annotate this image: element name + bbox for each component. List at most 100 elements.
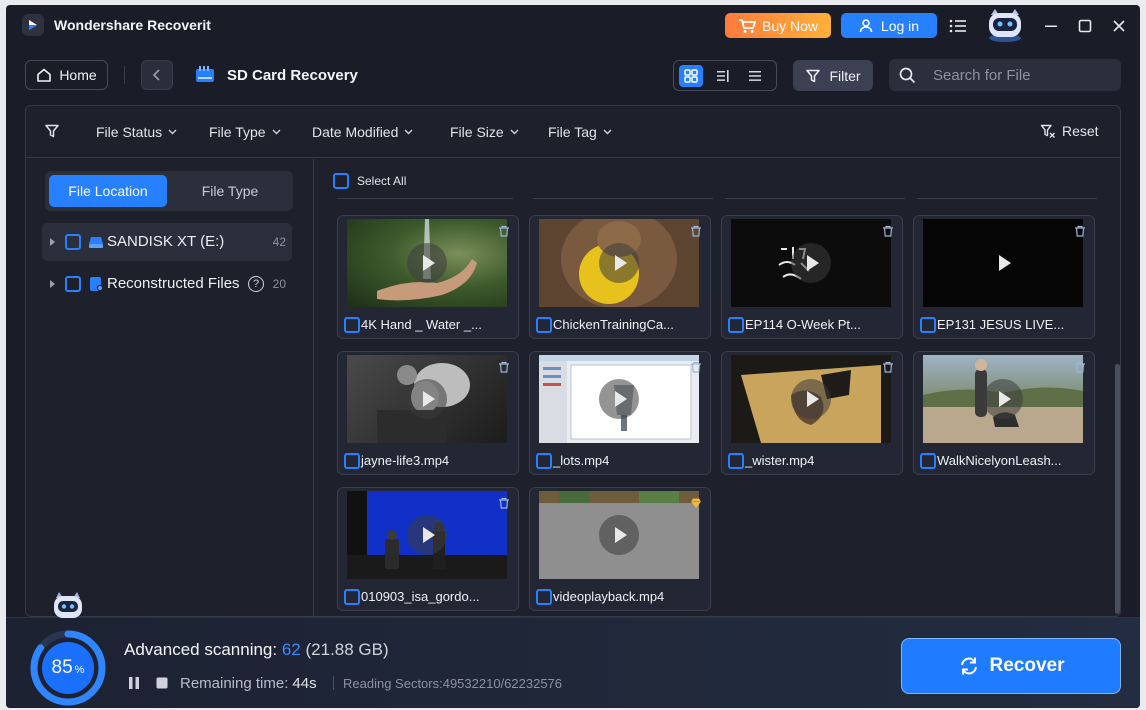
file-checkbox[interactable] bbox=[536, 317, 552, 333]
play-icon[interactable] bbox=[599, 515, 639, 555]
sidebar-tabs: File Location File Type bbox=[45, 171, 293, 211]
file-card[interactable]: EP131 JESUS LIVE... bbox=[913, 215, 1095, 339]
filter-file-type[interactable]: File Type bbox=[209, 124, 281, 140]
play-icon[interactable] bbox=[599, 243, 639, 283]
scan-status-bar: 85% Advanced scanning: 62 (21.88 GB) Rem… bbox=[6, 592, 1140, 708]
trash-icon bbox=[499, 497, 509, 509]
video-thumbnail[interactable] bbox=[731, 355, 891, 443]
video-thumbnail[interactable] bbox=[347, 355, 507, 443]
filter-label: Filter bbox=[829, 67, 861, 84]
play-icon[interactable] bbox=[791, 243, 831, 283]
list-view-button[interactable] bbox=[743, 65, 767, 87]
close-icon[interactable] bbox=[1108, 15, 1130, 37]
trash-icon bbox=[1075, 361, 1085, 373]
filter-date-modified[interactable]: Date Modified bbox=[312, 124, 413, 140]
tree-item-checkbox[interactable] bbox=[65, 276, 81, 292]
title-bar: Wondershare Recoverit Buy Now Log in bbox=[6, 5, 1140, 47]
buy-now-button[interactable]: Buy Now bbox=[725, 13, 831, 38]
stop-icon[interactable] bbox=[156, 676, 168, 690]
robot-avatar-icon[interactable] bbox=[981, 7, 1029, 43]
file-card[interactable]: 010903_isa_gordo... bbox=[337, 487, 519, 611]
expand-caret-icon[interactable] bbox=[50, 280, 55, 288]
play-icon[interactable] bbox=[983, 243, 1023, 283]
reset-filters-button[interactable]: Reset bbox=[1040, 123, 1099, 139]
file-checkbox[interactable] bbox=[920, 453, 936, 469]
remaining-time: Remaining time: 44s bbox=[180, 675, 317, 692]
home-button[interactable]: Home bbox=[25, 60, 108, 90]
maximize-icon[interactable] bbox=[1074, 15, 1096, 37]
file-card[interactable]: 4K Hand _ Water _... bbox=[337, 215, 519, 339]
file-checkbox[interactable] bbox=[536, 589, 552, 605]
filter-button[interactable]: Filter bbox=[793, 60, 873, 91]
log-in-button[interactable]: Log in bbox=[841, 13, 937, 38]
list-icon bbox=[749, 70, 761, 81]
tree-item-reconstructed[interactable]: Reconstructed Files ? 20 bbox=[42, 265, 292, 303]
search-input[interactable] bbox=[933, 65, 1113, 85]
filter-file-size[interactable]: File Size bbox=[450, 124, 519, 140]
page-title: SD Card Recovery bbox=[227, 67, 358, 84]
recover-icon bbox=[960, 657, 977, 675]
tab-file-type[interactable]: File Type bbox=[171, 175, 289, 207]
recover-label: Recover bbox=[989, 655, 1065, 676]
video-thumbnail[interactable] bbox=[923, 355, 1083, 443]
tree-item-checkbox[interactable] bbox=[65, 234, 81, 250]
file-card[interactable]: EP114 O-Week Pt... bbox=[721, 215, 903, 339]
play-icon[interactable] bbox=[791, 379, 831, 419]
search-box bbox=[889, 59, 1121, 91]
funnel-clear-icon bbox=[1040, 124, 1055, 138]
reading-sectors: Reading Sectors:49532210/62232576 bbox=[343, 676, 563, 691]
pause-icon[interactable] bbox=[128, 676, 140, 690]
minimize-icon[interactable] bbox=[1040, 15, 1062, 37]
select-all-checkbox[interactable] bbox=[333, 173, 349, 189]
video-thumbnail[interactable] bbox=[539, 355, 699, 443]
sd-card-icon bbox=[194, 64, 216, 86]
tree-item-sandisk[interactable]: SANDISK XT (E:) 42 bbox=[42, 223, 292, 261]
file-checkbox[interactable] bbox=[344, 589, 360, 605]
tab-file-location[interactable]: File Location bbox=[49, 175, 167, 207]
select-all[interactable]: Select All bbox=[333, 173, 406, 189]
scrollbar[interactable] bbox=[1115, 364, 1120, 614]
file-card[interactable]: jayne-life3.mp4 bbox=[337, 351, 519, 475]
expand-caret-icon[interactable] bbox=[50, 238, 55, 246]
file-checkbox[interactable] bbox=[728, 317, 744, 333]
recover-button[interactable]: Recover bbox=[901, 638, 1121, 694]
scan-summary: Advanced scanning: 62 (21.88 GB) bbox=[124, 640, 389, 660]
filter-file-tag[interactable]: File Tag bbox=[548, 124, 612, 140]
play-icon[interactable] bbox=[407, 379, 447, 419]
trash-icon bbox=[691, 361, 701, 373]
grid-view-button[interactable] bbox=[679, 64, 703, 87]
video-thumbnail[interactable] bbox=[347, 491, 507, 579]
video-thumbnail[interactable] bbox=[539, 219, 699, 307]
file-checkbox[interactable] bbox=[920, 317, 936, 333]
file-checkbox[interactable] bbox=[344, 317, 360, 333]
help-icon[interactable]: ? bbox=[248, 276, 264, 292]
back-button[interactable] bbox=[141, 60, 173, 90]
play-icon[interactable] bbox=[407, 515, 447, 555]
detail-view-button[interactable] bbox=[711, 65, 735, 87]
select-all-label: Select All bbox=[357, 174, 407, 188]
row-divider bbox=[917, 198, 1097, 199]
file-card[interactable]: ChickenTrainingCa... bbox=[529, 215, 711, 339]
video-thumbnail[interactable] bbox=[347, 219, 507, 307]
video-thumbnail[interactable] bbox=[923, 219, 1083, 307]
drive-icon bbox=[89, 237, 103, 248]
scan-size: (21.88 GB) bbox=[305, 640, 389, 659]
file-checkbox[interactable] bbox=[536, 453, 552, 469]
video-thumbnail[interactable] bbox=[539, 491, 699, 579]
play-icon[interactable] bbox=[407, 243, 447, 283]
filter-file-status[interactable]: File Status bbox=[96, 124, 177, 140]
home-icon bbox=[37, 68, 52, 82]
file-card[interactable]: _wister.mp4 bbox=[721, 351, 903, 475]
menu-list-icon[interactable] bbox=[947, 15, 969, 37]
play-icon[interactable] bbox=[983, 379, 1023, 419]
file-card[interactable]: videoplayback.mp4 bbox=[529, 487, 711, 611]
sidebar: File Location File Type SANDISK XT (E:) … bbox=[26, 159, 314, 616]
play-icon[interactable] bbox=[599, 379, 639, 419]
file-checkbox[interactable] bbox=[344, 453, 360, 469]
file-name: _lots.mp4 bbox=[553, 453, 610, 468]
file-card[interactable]: _lots.mp4 bbox=[529, 351, 711, 475]
video-thumbnail[interactable] bbox=[731, 219, 891, 307]
file-name: EP131 JESUS LIVE... bbox=[937, 317, 1065, 332]
file-card[interactable]: WalkNicelyonLeash... bbox=[913, 351, 1095, 475]
file-checkbox[interactable] bbox=[728, 453, 744, 469]
